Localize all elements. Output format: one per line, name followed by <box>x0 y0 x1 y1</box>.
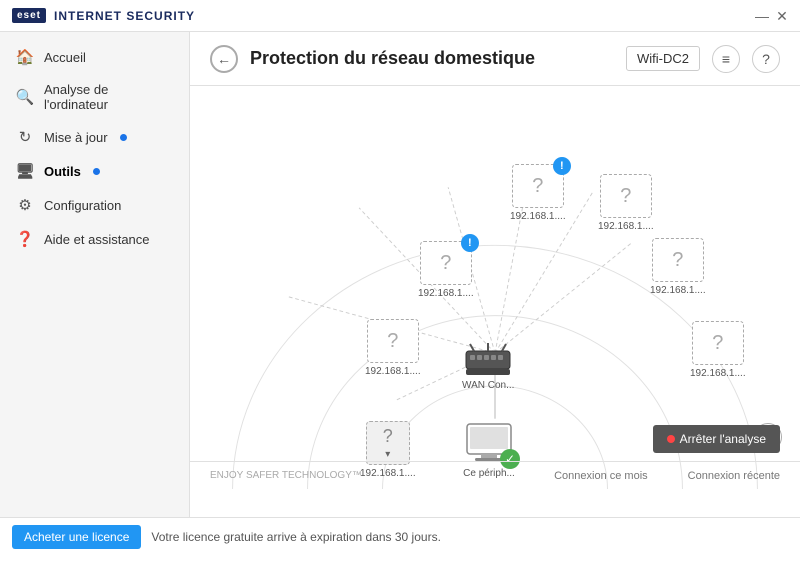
network-area: ? ! 192.168.1.... ? 192.168.1.... ? ! 19… <box>190 86 800 489</box>
sidebar-label-miseajour: Mise à jour <box>44 130 108 145</box>
content-header: ← Protection du réseau domestique Wifi-D… <box>190 32 800 86</box>
sidebar-label-accueil: Accueil <box>44 50 86 65</box>
search-icon: 🔍 <box>16 88 34 106</box>
expand-q-mark: ? <box>383 426 393 447</box>
update-dot <box>120 134 127 141</box>
update-icon: ↻ <box>16 128 34 146</box>
sidebar-label-aide: Aide et assistance <box>44 232 150 247</box>
license-text: Votre licence gratuite arrive à expirati… <box>151 530 441 544</box>
unknown-device-icon-5: ? <box>387 330 398 353</box>
my-device-icon: ✓ <box>462 421 516 465</box>
device-node-3[interactable]: ? ! 192.168.1.... <box>418 241 474 299</box>
unknown-device-icon-2: ? <box>620 185 631 208</box>
sidebar-item-outils[interactable]: 🖥 Outils <box>0 154 189 188</box>
unknown-device-icon-3: ? <box>440 252 451 275</box>
legend-recente: Connexion récente <box>688 470 780 482</box>
config-icon: ⚙ <box>16 196 34 214</box>
eset-logo: eset <box>12 8 46 23</box>
wan-node[interactable]: WAN Con... <box>462 341 514 391</box>
sidebar-label-configuration: Configuration <box>44 198 121 213</box>
close-button[interactable]: ✕ <box>776 10 788 22</box>
sidebar: 🏠 Accueil 🔍 Analyse de l'ordinateur ↻ Mi… <box>0 32 190 517</box>
device-badge-3: ! <box>461 234 479 252</box>
stop-label: Arrêter l'analyse <box>680 432 766 446</box>
unknown-device-icon-4: ? <box>672 249 683 272</box>
wan-label: WAN Con... <box>462 380 514 391</box>
device-label-3: 192.168.1.... <box>418 288 474 299</box>
device-node-2[interactable]: ? 192.168.1.... <box>598 174 654 232</box>
titlebar: eset INTERNET SECURITY — ✕ <box>0 0 800 32</box>
router-svg <box>462 341 514 377</box>
stop-analysis-button[interactable]: Arrêter l'analyse <box>653 425 780 453</box>
tools-icon: 🖥 <box>16 162 34 180</box>
device-node-6[interactable]: ? 192.168.1.... <box>690 321 746 379</box>
sidebar-item-accueil[interactable]: 🏠 Accueil <box>0 40 189 74</box>
legend-bar: ENJOY SAFER TECHNOLOGY™ Connexion ce moi… <box>190 461 800 489</box>
titlebar-controls: — ✕ <box>756 10 788 22</box>
content-area: ← Protection du réseau domestique Wifi-D… <box>190 32 800 517</box>
device-node-1[interactable]: ? ! 192.168.1.... <box>510 164 566 222</box>
wifi-name-label: Wifi-DC2 <box>626 46 700 71</box>
sidebar-label-analyse: Analyse de l'ordinateur <box>44 82 173 112</box>
device-label-5: 192.168.1.... <box>365 366 421 377</box>
unknown-device-icon-1: ? <box>532 175 543 198</box>
main-layout: 🏠 Accueil 🔍 Analyse de l'ordinateur ↻ Mi… <box>0 32 800 517</box>
expand-box: ? ▾ <box>366 421 410 465</box>
device-label-1: 192.168.1.... <box>510 211 566 222</box>
sidebar-item-analyse[interactable]: 🔍 Analyse de l'ordinateur <box>0 74 189 120</box>
home-icon: 🏠 <box>16 48 34 66</box>
expand-down-arrow: ▾ <box>385 449 390 460</box>
device-box-6: ? <box>692 321 744 365</box>
unknown-device-icon-6: ? <box>712 332 723 355</box>
sidebar-item-miseajour[interactable]: ↻ Mise à jour <box>0 120 189 154</box>
wan-router-icon <box>462 341 514 377</box>
device-label-6: 192.168.1.... <box>690 368 746 379</box>
device-label-4: 192.168.1.... <box>650 285 706 296</box>
legend-mois: Connexion ce mois <box>554 470 648 482</box>
device-node-4[interactable]: ? 192.168.1.... <box>650 238 706 296</box>
sidebar-label-outils: Outils <box>44 164 81 179</box>
page-title: Protection du réseau domestique <box>250 48 614 69</box>
sidebar-item-configuration[interactable]: ⚙ Configuration <box>0 188 189 222</box>
menu-button[interactable]: ≡ <box>712 45 740 73</box>
tools-dot <box>93 168 100 175</box>
device-label-2: 192.168.1.... <box>598 221 654 232</box>
license-button[interactable]: Acheter une licence <box>12 525 141 549</box>
help-button[interactable]: ? <box>752 45 780 73</box>
titlebar-left: eset INTERNET SECURITY <box>12 8 195 23</box>
help-icon: ❓ <box>16 230 34 248</box>
device-box-2: ? <box>600 174 652 218</box>
device-node-5[interactable]: ? 192.168.1.... <box>365 319 421 377</box>
bottom-bar: Acheter une licence Votre licence gratui… <box>0 517 800 555</box>
minimize-button[interactable]: — <box>756 10 768 22</box>
sidebar-item-aide[interactable]: ❓ Aide et assistance <box>0 222 189 256</box>
enjoy-text: ENJOY SAFER TECHNOLOGY™ <box>210 470 362 481</box>
device-box-1: ? ! <box>512 164 564 208</box>
device-box-3: ? ! <box>420 241 472 285</box>
device-box-4: ? <box>652 238 704 282</box>
app-title: INTERNET SECURITY <box>54 9 195 23</box>
stop-dot <box>667 435 675 443</box>
back-button[interactable]: ← <box>210 45 238 73</box>
device-box-5: ? <box>367 319 419 363</box>
device-badge-1: ! <box>553 157 571 175</box>
